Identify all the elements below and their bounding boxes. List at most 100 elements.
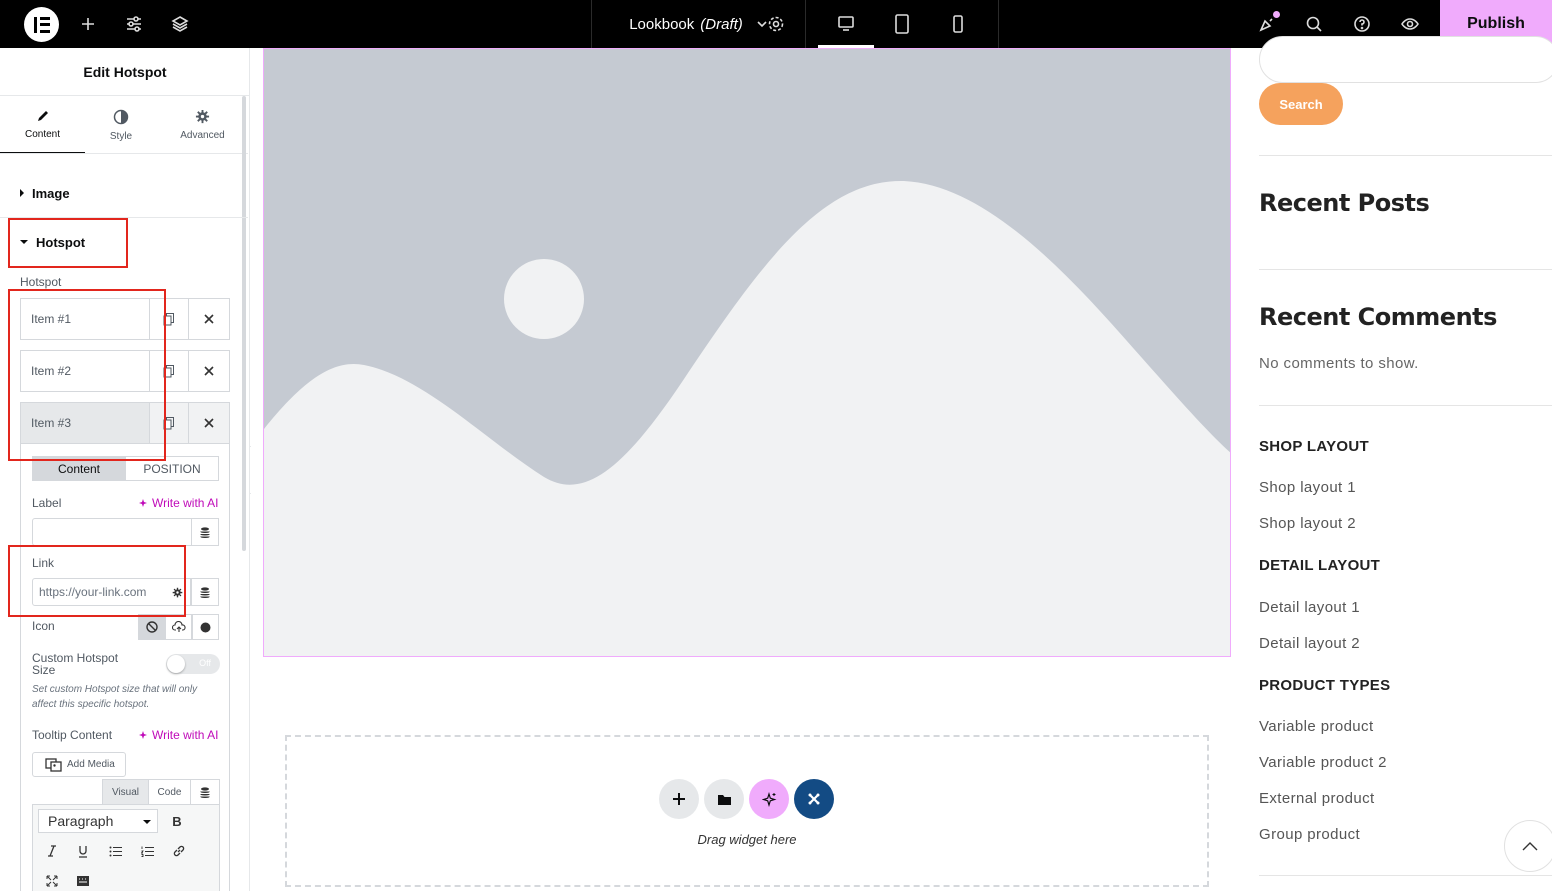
tab-style[interactable]: Style (85, 96, 157, 154)
link-options-gear-icon[interactable] (165, 578, 191, 606)
write-with-ai-button[interactable]: Write with AI (138, 496, 218, 510)
tab-content[interactable]: Content (0, 96, 85, 154)
gear-icon[interactable] (760, 0, 792, 48)
kit-icon (808, 793, 820, 805)
link-field-label: Link (32, 556, 55, 570)
document-status: (Draft) (700, 15, 743, 33)
add-section-button[interactable] (659, 779, 699, 819)
add-media-button[interactable]: Add Media (32, 752, 126, 777)
gear-icon (195, 109, 210, 124)
duplicate-icon[interactable] (150, 351, 190, 391)
close-icon[interactable] (189, 403, 229, 443)
notification-dot (1273, 11, 1280, 18)
mobile-icon[interactable] (930, 0, 986, 48)
folder-icon (717, 794, 731, 805)
menu-link[interactable]: Detail layout 1 (1259, 599, 1360, 616)
menu-link[interactable]: Group product (1259, 826, 1360, 843)
caret-down-icon (143, 820, 151, 824)
tooltip-content-label: Tooltip Content (32, 728, 113, 742)
panel-title: Edit Hotspot (0, 48, 249, 96)
tab-item-position[interactable]: POSITION (125, 456, 219, 481)
close-icon[interactable] (189, 299, 229, 339)
section-image[interactable]: Image (0, 169, 248, 217)
none-icon[interactable] (138, 614, 165, 640)
menu-link[interactable]: Detail layout 2 (1259, 635, 1360, 652)
scroll-to-top-button[interactable] (1504, 820, 1552, 872)
media-icon (45, 757, 62, 772)
circle-icon[interactable] (192, 614, 219, 640)
editor-tabs: Visual Code (32, 779, 220, 805)
panel-scrollbar[interactable] (242, 96, 246, 551)
tab-advanced[interactable]: Advanced (157, 96, 248, 154)
editor-panel: Edit Hotspot Content Style Advanced Imag… (0, 48, 250, 891)
tab-code[interactable]: Code (148, 779, 191, 805)
ai-generate-button[interactable] (749, 779, 789, 819)
upload-icon[interactable] (165, 614, 192, 640)
bullet-list-icon[interactable] (105, 841, 125, 861)
menu-link[interactable]: External product (1259, 790, 1375, 807)
write-with-ai-button[interactable]: Write with AI (138, 728, 218, 742)
add-icon[interactable] (74, 0, 102, 48)
fullscreen-icon[interactable] (42, 871, 62, 891)
label-field-label: Label (32, 496, 62, 510)
menu-link[interactable]: Variable product (1259, 718, 1374, 735)
half-circle-icon (113, 109, 129, 124)
italic-icon[interactable] (42, 841, 62, 861)
elementor-logo-icon[interactable] (24, 7, 59, 42)
dynamic-tags-icon[interactable] (190, 779, 220, 805)
tab-visual[interactable]: Visual (102, 779, 149, 805)
format-select[interactable]: Paragraph (38, 809, 158, 833)
divider (1259, 269, 1552, 270)
drop-zone-text: Drag widget here (697, 832, 797, 847)
pencil-icon (37, 110, 48, 121)
section-image-label: Image (32, 185, 70, 201)
tablet-icon[interactable] (874, 0, 930, 48)
keyboard-icon[interactable] (73, 871, 93, 891)
numbered-list-icon[interactable] (137, 841, 157, 861)
image-placeholder[interactable] (263, 48, 1231, 657)
custom-size-help: Set custom Hotspot size that will only a… (32, 684, 198, 710)
format-select-value: Paragraph (48, 813, 114, 829)
toggle-state: Off (199, 658, 211, 668)
sliders-icon[interactable] (120, 0, 148, 48)
underline-icon[interactable] (73, 841, 93, 861)
repeater-item: Item #2 (20, 350, 230, 392)
menu-link[interactable]: Variable product 2 (1259, 754, 1387, 771)
divider (998, 0, 999, 48)
add-icon (673, 793, 685, 805)
section-hotspot-label: Hotspot (36, 234, 86, 250)
repeater-item-title[interactable]: Item #3 (21, 403, 150, 443)
divider (1259, 155, 1552, 156)
recent-posts-title: Recent Posts (1259, 189, 1430, 217)
dynamic-tags-icon[interactable] (191, 518, 219, 546)
menu-link[interactable]: Shop layout 2 (1259, 515, 1356, 532)
editor-toolbar: Paragraph B (32, 805, 220, 891)
search-input[interactable] (1259, 36, 1552, 83)
document-name: Lookbook (629, 15, 695, 33)
dynamic-tags-icon[interactable] (191, 578, 219, 606)
duplicate-icon[interactable] (150, 403, 190, 443)
link-icon[interactable] (169, 841, 189, 861)
sparkle-icon (761, 791, 777, 807)
label-input[interactable] (32, 518, 192, 546)
sparkle-icon (139, 498, 147, 507)
repeater-item-title[interactable]: Item #2 (21, 351, 150, 391)
close-icon[interactable] (189, 351, 229, 391)
link-input[interactable]: https://your-link.com (32, 578, 166, 606)
add-template-button[interactable] (704, 779, 744, 819)
section-hotspot[interactable]: Hotspot (0, 218, 248, 266)
bold-button[interactable]: B (167, 811, 187, 831)
custom-size-toggle[interactable]: Off (166, 654, 220, 674)
widget-drop-zone[interactable]: Drag widget here (285, 735, 1209, 887)
repeater-item-title[interactable]: Item #1 (21, 299, 150, 339)
desktop-icon[interactable] (818, 0, 874, 48)
layers-icon[interactable] (166, 0, 194, 48)
tab-item-content[interactable]: Content (32, 456, 126, 481)
duplicate-icon[interactable] (150, 299, 190, 339)
caret-down-icon (20, 240, 28, 244)
search-button[interactable]: Search (1259, 83, 1343, 125)
kit-library-button[interactable] (794, 779, 834, 819)
menu-heading: DETAIL LAYOUT (1259, 557, 1381, 574)
menu-link[interactable]: Shop layout 1 (1259, 479, 1356, 496)
divider (0, 153, 248, 154)
